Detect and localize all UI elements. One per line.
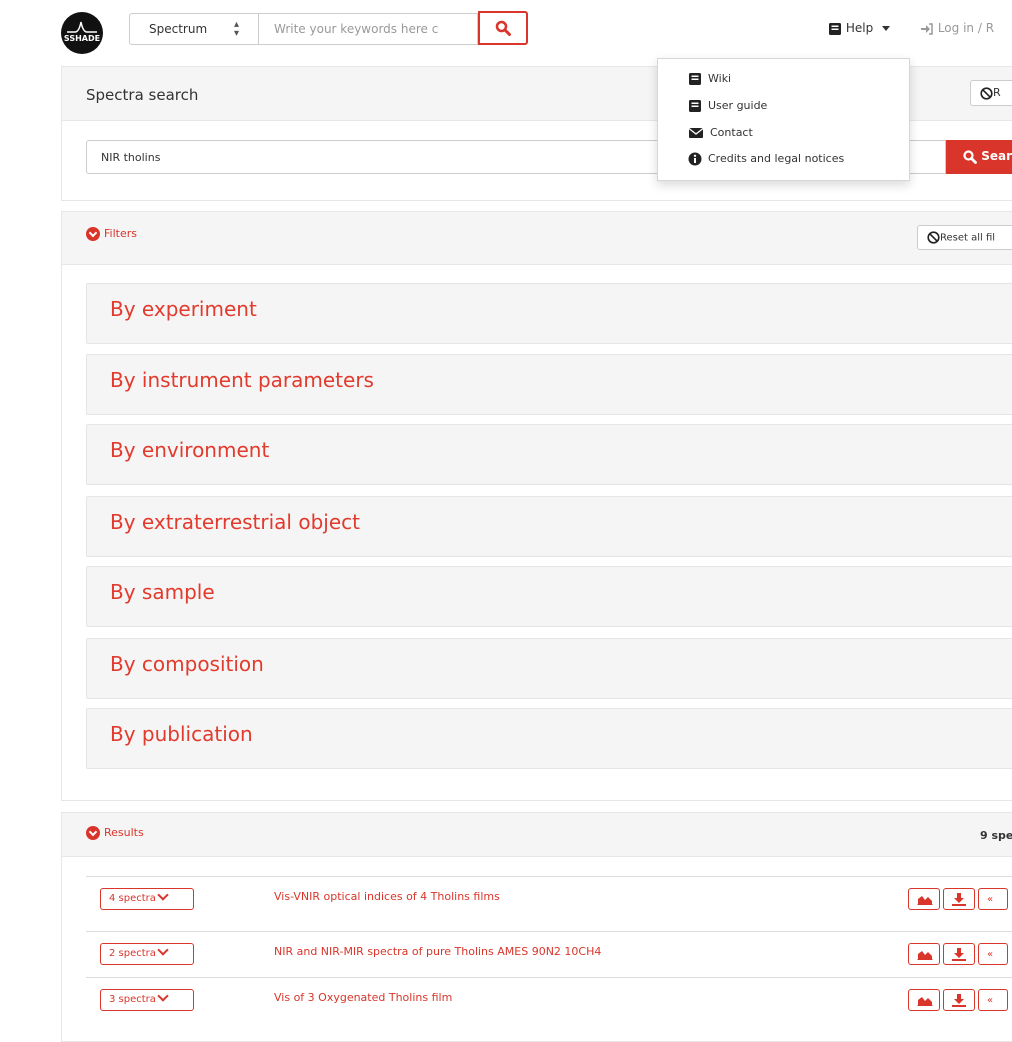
chevron-down-icon (157, 990, 169, 1002)
book-icon (689, 73, 701, 85)
result-title-link[interactable]: NIR and NIR-MIR spectra of pure Tholins … (274, 945, 601, 958)
filters-toggle[interactable]: Filters (86, 227, 137, 241)
plot-spectrum-button[interactable] (908, 888, 940, 910)
chevron-circle-down-icon (86, 227, 100, 241)
search-type-value: Spectrum (149, 22, 208, 36)
keyword-search-input[interactable]: Write your keywords here c (259, 13, 478, 45)
more-options-button[interactable]: « (978, 888, 1008, 910)
book-icon (689, 100, 701, 112)
spectra-expand-button[interactable]: 4 spectra (100, 888, 194, 910)
results-panel: Results 9 spe 4 spectra Vis-VNIR optical… (61, 812, 1012, 1042)
sshade-logo[interactable]: SSHADE (61, 12, 103, 54)
help-menu-item-credits[interactable]: Credits and legal notices (688, 152, 844, 166)
chevron-down-icon (157, 889, 169, 901)
menu-item-label: Wiki (708, 72, 732, 85)
download-icon (952, 994, 966, 1007)
search-type-select[interactable]: Spectrum ▴ ▾ (129, 13, 259, 45)
results-title: Results (104, 826, 144, 839)
book-icon (829, 22, 841, 35)
filter-group-label: By sample (110, 580, 215, 604)
download-icon (952, 893, 966, 906)
logo-text: SSHADE (63, 34, 101, 43)
filter-group-instrument[interactable]: By instrument parameters (86, 354, 1012, 415)
more-options-button[interactable]: « (978, 943, 1008, 965)
result-row: 4 spectra Vis-VNIR optical indices of 4 … (86, 876, 1012, 922)
filter-group-experiment[interactable]: By experiment (86, 283, 1012, 344)
envelope-icon (688, 127, 704, 138)
help-menu-item-wiki[interactable]: Wiki (688, 72, 731, 86)
top-navbar: SSHADE Spectrum ▴ ▾ Write your keywords h… (0, 0, 1012, 58)
filter-group-label: By composition (110, 652, 264, 676)
filter-group-sample[interactable]: By sample (86, 566, 1012, 627)
menu-item-label: Credits and legal notices (708, 152, 845, 165)
download-button[interactable] (943, 989, 975, 1011)
filters-title: Filters (104, 227, 137, 240)
filter-group-label: By publication (110, 722, 253, 746)
results-toggle[interactable]: Results (86, 826, 144, 840)
result-row: 3 spectra Vis of 3 Oxygenated Tholins fi… (86, 977, 1012, 1023)
plot-spectrum-button[interactable] (908, 989, 940, 1011)
menu-item-label: Contact (710, 126, 753, 139)
spectrum-peak-icon (67, 21, 97, 33)
spectra-count: 2 spectra (109, 948, 156, 959)
filter-group-label: By experiment (110, 297, 257, 321)
spectra-expand-button[interactable]: 2 spectra (100, 943, 194, 965)
login-link[interactable]: Log in / R (920, 21, 994, 35)
reset-all-filters-button[interactable]: Reset all fil (917, 225, 1012, 250)
plot-spectrum-button[interactable] (908, 943, 940, 965)
reset-label: R (993, 86, 1001, 99)
keyword-search-button[interactable] (478, 11, 528, 45)
filter-group-extraterrestrial[interactable]: By extraterrestrial object (86, 496, 1012, 557)
spectra-count: 4 spectra (109, 893, 156, 904)
chevron-circle-down-icon (86, 826, 100, 840)
login-label: Log in / R (937, 21, 995, 35)
panel-title: Spectra search (86, 86, 199, 104)
search-button[interactable]: Sear (946, 140, 1012, 174)
filter-group-label: By environment (110, 438, 270, 462)
reset-label: Reset all fil (940, 232, 996, 244)
menu-item-label: User guide (708, 99, 768, 112)
filter-group-publication[interactable]: By publication (86, 708, 1012, 769)
select-updown-icon: ▴ ▾ (234, 19, 240, 39)
filter-group-environment[interactable]: By environment (86, 424, 1012, 485)
help-menu-item-contact[interactable]: Contact (688, 126, 753, 139)
area-chart-icon (917, 997, 933, 1006)
sign-in-icon (921, 22, 933, 35)
filter-group-composition[interactable]: By composition (86, 638, 1012, 699)
results-header: Results 9 spe (62, 813, 1012, 857)
search-icon (495, 20, 511, 36)
area-chart-icon (917, 951, 933, 960)
chevron-down-icon (157, 944, 169, 956)
spectra-count: 3 spectra (109, 994, 156, 1005)
help-label: Help (845, 21, 874, 35)
spectra-expand-button[interactable]: 3 spectra (100, 989, 194, 1011)
help-menu-toggle[interactable]: Help (828, 21, 891, 36)
download-button[interactable] (943, 943, 975, 965)
result-title-link[interactable]: Vis of 3 Oxygenated Tholins film (274, 991, 452, 1004)
reset-search-button[interactable]: R (970, 80, 1012, 106)
ban-icon (927, 231, 940, 244)
caret-down-icon (882, 26, 891, 31)
filters-panel: Filters Reset all fil By experiment By i… (61, 211, 1012, 801)
filter-group-label: By instrument parameters (110, 368, 374, 392)
search-icon (963, 149, 977, 164)
result-row: 2 spectra NIR and NIR-MIR spectra of pur… (86, 931, 1012, 977)
search-button-label: Sear (981, 149, 1012, 163)
download-button[interactable] (943, 888, 975, 910)
more-options-button[interactable]: « (978, 989, 1008, 1011)
result-title-link[interactable]: Vis-VNIR optical indices of 4 Tholins fi… (274, 890, 500, 903)
results-count: 9 spe (980, 829, 1012, 842)
area-chart-icon (917, 896, 933, 905)
info-circle-icon (688, 152, 702, 166)
help-dropdown-menu: Wiki User guide Contact Credits and lega… (657, 58, 910, 181)
download-icon (952, 948, 966, 961)
help-menu-item-user-guide[interactable]: User guide (688, 99, 767, 113)
filter-group-label: By extraterrestrial object (110, 510, 360, 534)
ban-icon (980, 86, 993, 100)
filters-header: Filters Reset all fil (62, 212, 1012, 265)
